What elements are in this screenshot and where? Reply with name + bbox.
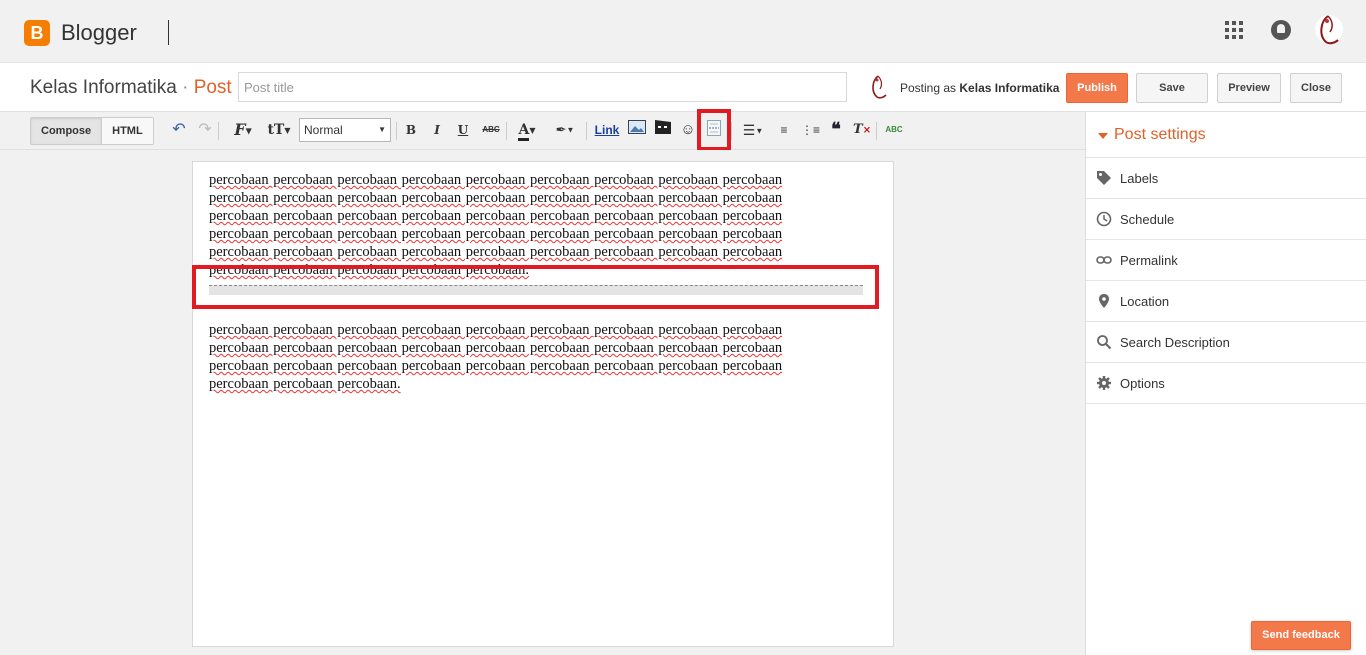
editor-toolbar: Compose HTML ↶ ↷ F▼ tT▼ Normal ▼ B I U A… <box>0 112 1085 150</box>
editor-mode-tabs: Compose HTML <box>30 117 154 145</box>
posting-as-label: Posting as <box>900 81 957 95</box>
close-button[interactable]: Close <box>1290 73 1342 103</box>
font-family-icon[interactable]: F▼ <box>228 120 258 140</box>
toolbar-divider <box>506 122 507 140</box>
post-body-editor[interactable]: percobaan percobaan percobaan percobaan … <box>192 161 894 647</box>
annotation-highlight-jump-break-line <box>192 265 879 309</box>
sidebar-item-label: Schedule <box>1120 212 1175 227</box>
breadcrumb-separator: · <box>182 77 189 98</box>
alignment-icon[interactable]: ☰▼ <box>738 120 768 140</box>
sidebar-item-search-description[interactable]: Search Description <box>1086 322 1366 363</box>
toolbar-divider <box>876 122 877 140</box>
send-feedback-button[interactable]: Send feedback <box>1251 621 1351 650</box>
toolbar-divider <box>396 122 397 140</box>
account-avatar-icon[interactable] <box>1314 12 1344 46</box>
toolbar-divider <box>731 122 732 140</box>
tab-compose[interactable]: Compose <box>31 118 103 144</box>
save-button[interactable]: Save <box>1136 73 1208 103</box>
sidebar-item-label: Permalink <box>1120 253 1178 268</box>
post-paragraph[interactable]: percobaan percobaan percobaan percobaan … <box>209 171 839 279</box>
publish-button[interactable]: Publish <box>1066 73 1128 103</box>
chevron-down-icon: ▼ <box>378 125 386 134</box>
sidebar-item-location[interactable]: Location <box>1086 281 1366 322</box>
top-bar: B Blogger <box>0 0 1366 62</box>
blog-breadcrumb: Kelas Informatika · Post <box>30 77 232 99</box>
sidebar-item-label: Search Description <box>1120 335 1230 350</box>
underline-icon[interactable]: U <box>454 120 472 140</box>
italic-icon[interactable]: I <box>428 120 446 140</box>
format-select-value: Normal <box>304 123 343 137</box>
search-icon <box>1097 335 1112 350</box>
sidebar-item-label: Location <box>1120 294 1170 309</box>
bulleted-list-icon[interactable]: ⋮≡ <box>801 120 820 140</box>
toolbar-divider <box>218 122 219 140</box>
remove-formatting-icon[interactable]: T× <box>853 120 871 140</box>
header-divider <box>168 20 169 45</box>
annotation-highlight-jump-break <box>697 109 731 151</box>
post-paragraph[interactable]: percobaan percobaan percobaan percobaan … <box>209 321 839 393</box>
posting-as-name: Kelas Informatika <box>959 81 1060 95</box>
post-settings-sidebar: Post settings Labels Schedule Permalink … <box>1085 112 1366 655</box>
link-icon[interactable]: Link <box>592 120 622 140</box>
undo-icon[interactable]: ↶ <box>170 120 188 140</box>
insert-video-icon[interactable] <box>654 120 672 140</box>
editor-area: percobaan percobaan percobaan percobaan … <box>0 150 1085 655</box>
post-settings-title: Post settings <box>1114 126 1206 143</box>
sidebar-item-label: Options <box>1120 376 1165 391</box>
text-color-icon[interactable]: A▼ <box>512 120 542 141</box>
spell-check-icon[interactable]: ABC <box>884 120 904 140</box>
redo-icon[interactable]: ↷ <box>196 120 214 140</box>
sidebar-item-schedule[interactable]: Schedule <box>1086 199 1366 240</box>
location-pin-icon <box>1099 294 1109 308</box>
tab-html[interactable]: HTML <box>102 118 153 144</box>
numbered-list-icon[interactable]: ≡ <box>775 120 793 140</box>
insert-image-icon[interactable] <box>627 120 647 140</box>
label-tag-icon <box>1097 171 1111 185</box>
post-title-input[interactable] <box>238 72 847 102</box>
blogger-logo-icon[interactable]: B <box>24 20 50 46</box>
highlight-color-icon[interactable]: ✒▼ <box>550 120 580 140</box>
link-chain-icon <box>1096 256 1112 264</box>
post-title-row: Kelas Informatika · Post Posting as Kela… <box>0 62 1366 112</box>
apps-grid-icon[interactable] <box>1225 21 1243 39</box>
blog-name[interactable]: Kelas Informatika <box>30 77 177 98</box>
toolbar-divider <box>586 122 587 140</box>
sidebar-item-labels[interactable]: Labels <box>1086 158 1366 199</box>
strikethrough-icon[interactable]: ABC <box>480 120 502 140</box>
sidebar-item-permalink[interactable]: Permalink <box>1086 240 1366 281</box>
author-avatar-icon <box>872 75 887 99</box>
app-name[interactable]: Blogger <box>61 20 137 46</box>
posting-as-text: Posting as Kelas Informatika <box>900 81 1059 95</box>
preview-button[interactable]: Preview <box>1217 73 1281 103</box>
quote-icon[interactable]: ❝ <box>827 120 845 140</box>
sidebar-item-options[interactable]: Options <box>1086 363 1366 404</box>
post-settings-header[interactable]: Post settings <box>1086 112 1366 158</box>
caret-down-icon <box>1098 133 1108 139</box>
section-name: Post <box>193 77 232 98</box>
font-size-icon[interactable]: tT▼ <box>264 120 294 140</box>
clock-icon <box>1096 211 1112 227</box>
gear-icon <box>1097 376 1111 390</box>
insert-emoji-icon[interactable]: ☺ <box>679 120 697 140</box>
bold-icon[interactable]: B <box>402 120 420 140</box>
notifications-icon[interactable] <box>1271 20 1291 40</box>
paragraph-format-select[interactable]: Normal ▼ <box>299 118 391 142</box>
sidebar-item-label: Labels <box>1120 171 1159 186</box>
